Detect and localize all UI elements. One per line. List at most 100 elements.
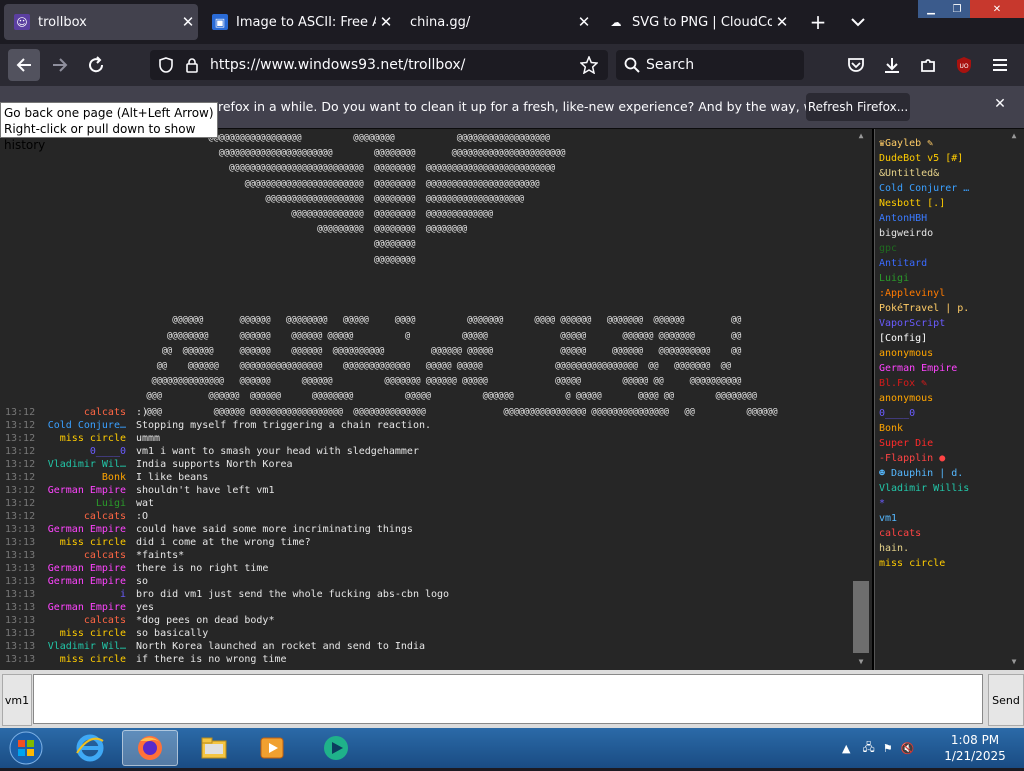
network-icon[interactable]: 🖧 [862,739,874,758]
message-nickname[interactable]: miss circle [36,432,126,445]
user-list-item[interactable]: &Untitled& [879,166,975,181]
message-timestamp: 13:12 [5,485,36,496]
user-list-item[interactable]: ☻ Dauphin | d. [879,466,975,481]
message-nickname[interactable]: calcats [36,614,126,627]
user-list-item[interactable]: gpc [879,241,975,256]
explorer-taskbar-button[interactable] [186,730,242,766]
user-list-item[interactable]: Super Die [879,436,975,451]
user-list-item[interactable]: VaporScript [879,316,975,331]
user-list-item[interactable]: -Flapplin ● [879,451,975,466]
user-list-item[interactable]: Vladimir Willis [879,481,975,496]
message-nickname[interactable]: 0____0 [36,445,126,458]
media-player-taskbar-button[interactable] [244,730,300,766]
message-nickname[interactable]: calcats [36,406,126,419]
forward-button[interactable] [44,49,76,81]
ublock-button[interactable]: UO [948,49,980,81]
star-bookmark-icon[interactable] [580,56,598,74]
back-button[interactable] [8,49,40,81]
tab-close-icon[interactable]: ✕ [772,13,792,31]
menu-button[interactable] [984,49,1016,81]
user-list-item[interactable]: bigweirdo [879,226,975,241]
user-list-item[interactable]: anonymous [879,346,975,361]
user-list-item[interactable]: Luigi [879,271,975,286]
user-list-item[interactable]: * [879,496,975,511]
message-nickname[interactable]: German Empire [36,575,126,588]
tab-trollbox[interactable]: ☺ trollbox ✕ [4,4,198,40]
close-window-icon[interactable]: ✕ [970,0,1024,18]
user-list-item[interactable]: miss circle [879,556,975,571]
user-list-item[interactable]: PokéTravel | p. [879,301,975,316]
refresh-firefox-button[interactable]: Refresh Firefox... [806,93,910,121]
minimize-icon[interactable]: ▁ [918,0,944,18]
scroll-up-icon[interactable]: ▲ [1005,129,1023,143]
message-nickname[interactable]: Vladimir Wil… [36,640,126,653]
new-tab-icon[interactable]: + [806,10,830,34]
shield-icon[interactable] [158,57,174,73]
message-nickname[interactable]: Luigi [36,497,126,510]
url-bar[interactable]: https://www.windows93.net/trollbox/ [150,50,608,80]
message-nickname[interactable]: calcats [36,510,126,523]
user-list-item[interactable]: Nesbott [.] [879,196,975,211]
tab-close-icon[interactable]: ✕ [178,13,198,31]
tab-image-to-ascii[interactable]: ▣ Image to ASCII: Free ASCII ✕ [202,4,396,40]
scroll-down-icon[interactable]: ▼ [1005,655,1023,669]
user-list-item[interactable]: :Applevinyl [879,286,975,301]
scroll-down-icon[interactable]: ▼ [852,655,870,669]
user-list-item[interactable]: vm1 [879,511,975,526]
nickname-button[interactable]: vm1 [2,674,32,726]
pocket-button[interactable] [840,49,872,81]
user-list-item[interactable]: Cold Conjurer … [879,181,975,196]
user-list-item[interactable]: hain. [879,541,975,556]
close-icon[interactable]: ✕ [990,96,1010,116]
message-nickname[interactable]: miss circle [36,627,126,640]
extensions-button[interactable] [912,49,944,81]
message-nickname[interactable]: miss circle [36,653,126,666]
user-list-item[interactable]: AntonHBH [879,211,975,226]
message-nickname[interactable]: Bonk [36,471,126,484]
scroll-up-icon[interactable]: ▲ [852,129,870,143]
firefox-taskbar-button[interactable] [122,730,178,766]
message-nickname[interactable]: German Empire [36,562,126,575]
tab-svg-to-png[interactable]: ☁ SVG to PNG | CloudConver ✕ [598,4,792,40]
tab-china-gg[interactable]: china.gg/ ✕ [400,4,594,40]
chevron-down-icon[interactable] [846,10,870,34]
user-list-item[interactable]: German Empire [879,361,975,376]
user-list-item[interactable]: calcats [879,526,975,541]
user-list-item[interactable]: ♛Gayleb ✎ [879,136,975,151]
message-nickname[interactable]: Cold Conjure… [36,419,126,432]
chat-message: 13:13 German Empire yes [0,601,852,614]
user-list-item[interactable]: anonymous [879,391,975,406]
maximize-icon[interactable]: ❐ [944,0,970,18]
flag-icon[interactable]: ⚑ [883,742,893,755]
message-nickname[interactable]: Vladimir Wil… [36,458,126,471]
message-nickname[interactable]: i [36,588,126,601]
tab-close-icon[interactable]: ✕ [574,13,594,31]
downloads-button[interactable] [876,49,908,81]
user-list-item[interactable]: [Config] [879,331,975,346]
message-nickname[interactable]: German Empire [36,523,126,536]
reload-button[interactable] [80,49,112,81]
search-input[interactable]: Search [646,57,694,73]
volume-muted-icon[interactable]: 🔇 [901,742,915,755]
tab-close-icon[interactable]: ✕ [376,13,396,31]
search-bar[interactable]: Search [616,50,804,80]
internet-explorer-taskbar-button[interactable] [62,730,118,766]
chat-scrollbar[interactable]: ▲ ▼ [852,129,870,670]
user-list-item[interactable]: Bonk [879,421,975,436]
scroll-thumb[interactable] [853,581,869,653]
message-nickname[interactable]: German Empire [36,484,126,497]
send-button[interactable]: Send [988,674,1024,726]
show-hidden-icons-icon[interactable]: ▲ [842,742,850,755]
user-list-item[interactable]: Bl.Fox ✎ [879,376,975,391]
message-nickname[interactable]: German Empire [36,601,126,614]
message-input[interactable] [33,674,983,724]
user-list-item[interactable]: 0____0 [879,406,975,421]
message-nickname[interactable]: miss circle [36,536,126,549]
taskbar-clock[interactable]: 1:08 PM 1/21/2025 [940,732,1010,764]
user-list-item[interactable]: DudeBot v5 [#] [879,151,975,166]
message-nickname[interactable]: calcats [36,549,126,562]
lock-icon[interactable] [184,57,200,73]
app-taskbar-button[interactable] [308,730,364,766]
user-list-item[interactable]: Antitard [879,256,975,271]
start-button[interactable] [6,729,46,767]
